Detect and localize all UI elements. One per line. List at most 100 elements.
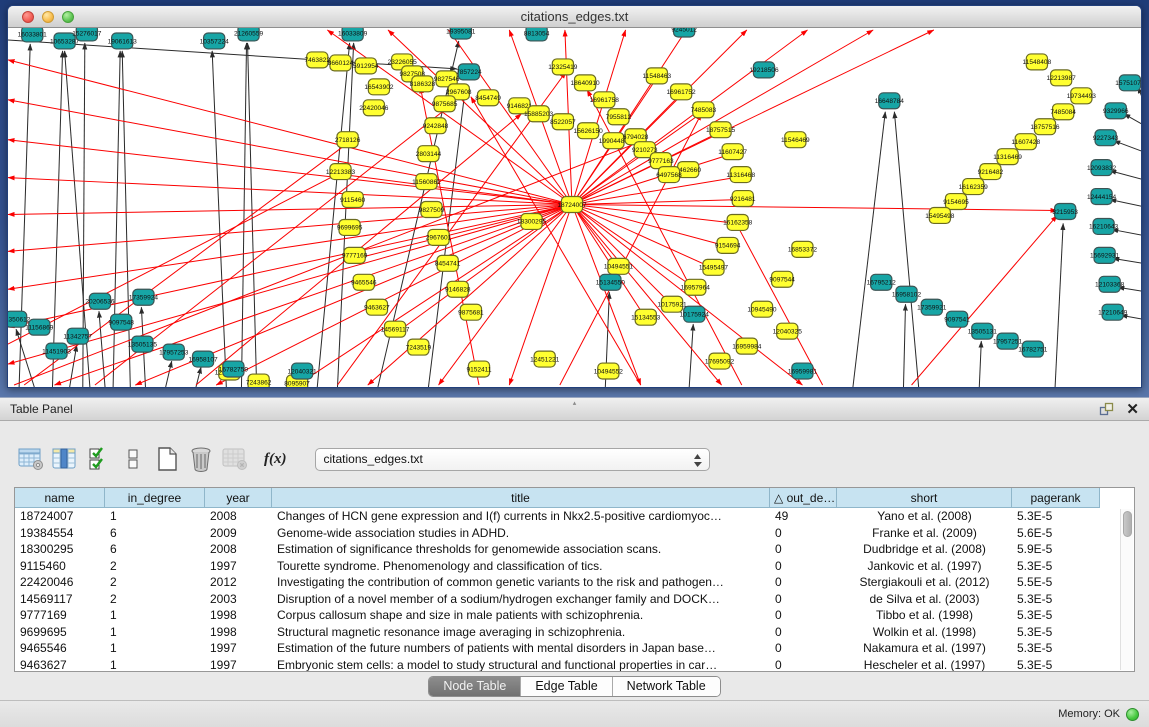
table-cell-year[interactable]: 2003 — [205, 592, 272, 606]
table-cell-out_de[interactable]: 0 — [770, 658, 837, 672]
table-cell-name[interactable]: 9777169 — [15, 608, 105, 622]
table-cell-out_de[interactable]: 0 — [770, 542, 837, 556]
graph-node[interactable]: 7955812 — [606, 109, 632, 125]
graph-node[interactable]: 9329966 — [1103, 103, 1129, 119]
table-cell-in_degree[interactable]: 1 — [105, 625, 205, 639]
table-cell-out_de[interactable]: 0 — [770, 559, 837, 573]
tab-network-table[interactable]: Network Table — [613, 677, 720, 696]
graph-node[interactable]: 9146828 — [445, 281, 471, 297]
table-cell-short[interactable]: de Silva et al. (2003) — [837, 592, 1012, 606]
table-cell-pagerank[interactable]: 5.5E-5 — [1012, 575, 1100, 589]
graph-node[interactable]: 16543902 — [364, 79, 394, 95]
table-cell-name[interactable]: 18300295 — [15, 542, 105, 556]
graph-node[interactable]: 15134553 — [631, 309, 661, 325]
network-canvas[interactable]: 7463822866012459129542322605598275088186… — [8, 28, 1141, 387]
column-header-pagerank[interactable]: pagerank — [1012, 488, 1100, 508]
table-cell-short[interactable]: Jankovic et al. (1997) — [837, 559, 1012, 573]
column-header-in_degree[interactable]: in_degree — [105, 488, 205, 508]
graph-node[interactable]: 9827509 — [419, 202, 445, 218]
graph-node[interactable]: 7485083 — [691, 102, 717, 118]
table-cell-in_degree[interactable]: 1 — [105, 608, 205, 622]
table-cell-in_degree[interactable]: 1 — [105, 641, 205, 655]
graph-edge[interactable] — [52, 51, 62, 387]
table-row[interactable]: 1830029562008Estimation of significance … — [15, 541, 1134, 558]
table-cell-title[interactable]: Corpus callosum shape and size in male p… — [272, 608, 770, 622]
table-cell-year[interactable]: 2009 — [205, 526, 272, 540]
graph-node[interactable]: 9152411 — [466, 361, 491, 377]
table-cell-pagerank[interactable]: 5.6E-5 — [1012, 526, 1100, 540]
graph-edge[interactable] — [113, 51, 120, 387]
graph-edge[interactable] — [979, 341, 981, 387]
graph-node[interactable]: 9097544 — [769, 271, 795, 287]
graph-node[interactable]: 17359921 — [917, 299, 947, 315]
graph-node[interactable]: 16957964 — [681, 279, 711, 295]
table-cell-name[interactable]: 9115460 — [15, 559, 105, 573]
select-rows-icon[interactable] — [84, 444, 114, 474]
graph-edge[interactable] — [8, 100, 572, 205]
graph-node[interactable]: 8522057 — [550, 114, 576, 130]
graph-node[interactable]: 9216482 — [978, 164, 1004, 180]
graph-edge[interactable] — [122, 51, 130, 387]
graph-node[interactable]: 15276017 — [72, 28, 102, 41]
graph-node[interactable]: 18757515 — [706, 122, 736, 138]
table-cell-year[interactable]: 1998 — [205, 608, 272, 622]
graph-node[interactable]: 9777169 — [342, 247, 368, 263]
graph-node[interactable]: 11607428 — [1011, 134, 1040, 150]
graph-node[interactable]: 10175924 — [680, 306, 710, 322]
delete-table-icon[interactable] — [186, 444, 216, 474]
table-cell-pagerank[interactable]: 5.3E-5 — [1012, 625, 1100, 639]
table-scrollbar-thumb[interactable] — [1123, 511, 1132, 537]
graph-edge[interactable] — [572, 205, 1057, 211]
table-cell-year[interactable]: 2012 — [205, 575, 272, 589]
graph-node[interactable]: 16162359 — [959, 179, 989, 195]
graph-node[interactable]: 19061613 — [108, 33, 138, 49]
table-cell-pagerank[interactable]: 5.3E-5 — [1012, 559, 1100, 573]
graph-edge[interactable] — [8, 140, 572, 205]
graph-node[interactable]: 8660124 — [328, 55, 354, 71]
network-window-titlebar[interactable]: citations_edges.txt — [8, 6, 1141, 28]
table-cell-name[interactable]: 9699695 — [15, 625, 105, 639]
graph-node[interactable]: 19734493 — [1067, 88, 1097, 104]
table-cell-out_de[interactable]: 0 — [770, 625, 837, 639]
table-cell-name[interactable]: 19384554 — [15, 526, 105, 540]
graph-node[interactable]: 17695092 — [705, 353, 735, 369]
graph-node[interactable]: 9154694 — [715, 237, 741, 253]
graph-node[interactable]: 19395081 — [446, 28, 476, 39]
table-cell-name[interactable]: 9465546 — [15, 641, 105, 655]
table-cell-pagerank[interactable]: 5.3E-5 — [1012, 641, 1100, 655]
graph-node[interactable]: 7243862 — [246, 374, 272, 387]
table-cell-year[interactable]: 2008 — [205, 509, 272, 523]
graph-node[interactable]: 16210643 — [1089, 218, 1119, 234]
graph-node[interactable]: 9875685 — [432, 96, 458, 112]
table-cell-title[interactable]: Tourette syndrome. Phenomenology and cla… — [272, 559, 770, 573]
graph-edge[interactable] — [99, 311, 105, 387]
table-cell-title[interactable]: Structural magnetic resonance image aver… — [272, 625, 770, 639]
graph-node[interactable]: 9227343 — [1093, 130, 1119, 146]
graph-node[interactable]: 9699695 — [337, 219, 363, 235]
graph-node[interactable]: 18300295 — [517, 213, 547, 229]
table-cell-title[interactable]: Changes of HCN gene expression and I(f) … — [272, 509, 770, 523]
graph-node[interactable]: 20206536 — [85, 293, 115, 309]
graph-node[interactable]: 7463822 — [305, 52, 331, 68]
table-cell-in_degree[interactable]: 1 — [105, 658, 205, 672]
table-cell-out_de[interactable]: 0 — [770, 526, 837, 540]
graph-node[interactable]: 11451903 — [42, 343, 71, 359]
table-cell-pagerank[interactable]: 5.3E-5 — [1012, 608, 1100, 622]
table-cell-short[interactable]: Dudbridge et al. (2008) — [837, 542, 1012, 556]
graph-node[interactable]: 8215953 — [1052, 204, 1078, 220]
graph-node[interactable]: 13505135 — [128, 336, 158, 352]
graph-node[interactable]: 12444154 — [1087, 189, 1117, 205]
graph-node[interactable]: 5912954 — [353, 58, 379, 74]
table-cell-title[interactable]: Disruption of a novel member of a sodium… — [272, 592, 770, 606]
table-cell-name[interactable]: 14569117 — [15, 592, 105, 606]
table-cell-short[interactable]: Hescheler et al. (1997) — [837, 658, 1012, 672]
graph-hub-node[interactable]: 18724007 — [557, 197, 587, 213]
graph-node[interactable]: 8186328 — [410, 76, 436, 92]
graph-edge[interactable] — [894, 112, 918, 387]
graph-node[interactable]: 12040325 — [773, 323, 803, 339]
table-cell-name[interactable]: 9463627 — [15, 658, 105, 672]
row-height-icon[interactable] — [118, 444, 148, 474]
graph-node[interactable]: 9097541 — [944, 311, 970, 327]
graph-node[interactable]: 16648784 — [875, 93, 905, 109]
table-cell-out_de[interactable]: 0 — [770, 641, 837, 655]
